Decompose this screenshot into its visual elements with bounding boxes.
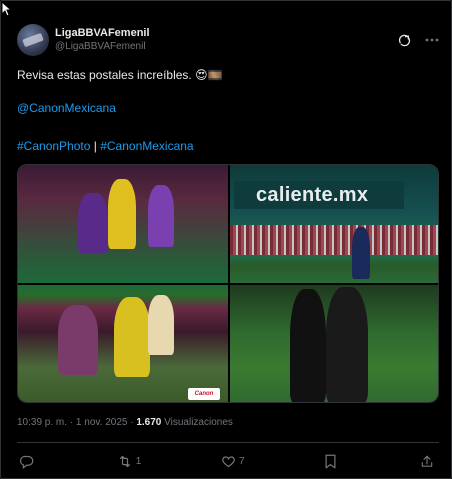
tweet-time[interactable]: 10:39 p. m. — [17, 417, 67, 428]
author-names: LigaBBVAFemenil @LigaBBVAFemenil — [55, 26, 150, 54]
tweet-date[interactable]: 1 nov. 2025 — [76, 417, 128, 428]
retweet-icon — [119, 455, 130, 467]
like-button[interactable]: 7 — [221, 454, 245, 469]
mouse-cursor-icon — [1, 1, 13, 17]
player-figure — [352, 227, 370, 279]
media-grid[interactable]: Canon caliente.mx — [17, 164, 439, 403]
player-figure — [290, 289, 326, 402]
hashtag-separator: | — [90, 139, 101, 153]
hashtag-link-canonmexicana[interactable]: #CanonMexicana — [100, 139, 193, 153]
hashtag-link-canonphoto[interactable]: #CanonPhoto — [17, 139, 90, 153]
media-divider — [18, 283, 228, 285]
hashtag-line: #CanonPhoto | #CanonMexicana — [17, 138, 194, 154]
display-name[interactable]: LigaBBVAFemenil — [55, 26, 150, 40]
share-button[interactable] — [420, 454, 437, 469]
bookmark-icon — [325, 454, 336, 468]
canon-logo-badge: Canon — [188, 388, 220, 400]
tweet-header: LigaBBVAFemenil @LigaBBVAFemenil — [17, 24, 439, 56]
player-figure — [78, 193, 108, 253]
mention-link[interactable]: @CanonMexicana — [17, 100, 116, 116]
handle[interactable]: @LigaBBVAFemenil — [55, 40, 150, 54]
views-label: Visualizaciones — [161, 417, 233, 428]
more-icon[interactable] — [425, 38, 439, 42]
header-actions — [398, 34, 439, 47]
tweet-card: LigaBBVAFemenil @LigaBBVAFemenil Revisa … — [0, 0, 452, 479]
player-figure — [326, 287, 368, 402]
grok-icon[interactable] — [398, 34, 411, 47]
share-icon — [421, 455, 433, 467]
like-count: 7 — [239, 455, 245, 467]
player-figure — [108, 179, 136, 249]
player-figure — [148, 185, 174, 247]
player-figure — [58, 305, 98, 375]
tweet-meta: 10:39 p. m. · 1 nov. 2025 · 1.670 Visual… — [17, 416, 233, 430]
player-figure — [148, 295, 174, 355]
meta-dot: · — [127, 417, 137, 428]
tweet-text: Revisa estas postales increíbles. 😍🎞️ — [17, 68, 223, 82]
retweet-count: 1 — [135, 455, 142, 467]
sponsor-sign: caliente.mx — [234, 181, 404, 209]
player-figure — [114, 297, 150, 377]
photo-3[interactable] — [230, 285, 438, 402]
stadium-stands — [230, 225, 438, 255]
avatar[interactable] — [17, 24, 49, 56]
bookmark-button[interactable] — [324, 454, 340, 469]
reply-icon — [19, 455, 34, 469]
retweet-button[interactable]: 1 — [117, 454, 142, 469]
like-icon — [222, 455, 235, 467]
action-bar: 1 7 — [19, 451, 437, 471]
views-count: 1.670 — [136, 417, 162, 428]
divider — [17, 442, 439, 443]
reply-button[interactable] — [19, 454, 37, 469]
meta-dot: · — [67, 417, 76, 428]
